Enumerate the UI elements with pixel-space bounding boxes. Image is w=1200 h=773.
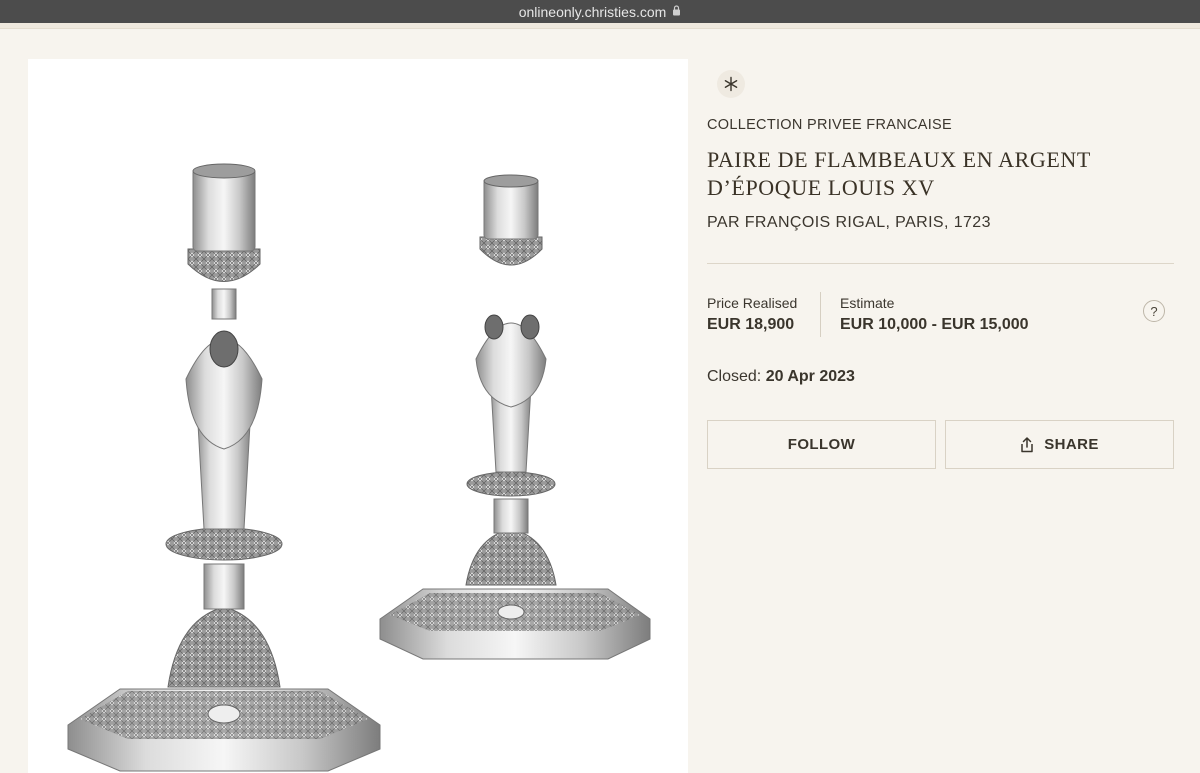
share-button-label: SHARE	[1044, 436, 1099, 453]
right-candlestick	[379, 174, 651, 660]
browser-url-bar[interactable]: onlineonly.christies.com	[0, 0, 1200, 23]
pricing-separator	[820, 292, 821, 337]
closed-label: Closed:	[707, 368, 762, 385]
estimate-label: Estimate	[840, 295, 895, 311]
section-divider	[707, 263, 1174, 264]
lock-icon	[672, 4, 681, 19]
url-text: onlineonly.christies.com	[518, 3, 667, 20]
closed-date: 20 Apr 2023	[765, 368, 855, 385]
lot-title: PAIRE DE FLAMBEAUX EN ARGENT D’ÉPOQUE LO…	[707, 146, 1174, 202]
follow-button-label: FOLLOW	[787, 436, 856, 453]
lot-image[interactable]	[28, 59, 688, 773]
price-realised-label: Price Realised	[707, 295, 798, 311]
share-icon	[1020, 436, 1034, 453]
lot-title-line-1: PAIRE DE FLAMBEAUX EN ARGENT	[707, 147, 1091, 172]
price-realised-value: EUR 18,900	[707, 316, 795, 333]
estimate-value: EUR 10,000 - EUR 15,000	[840, 316, 1029, 333]
collection-name: COLLECTION PRIVEE FRANCAISE	[707, 117, 952, 133]
share-button[interactable]: SHARE	[945, 420, 1174, 469]
left-candlestick	[67, 163, 381, 772]
closed-status: Closed: 20 Apr 2023	[707, 368, 855, 386]
candlesticks-illustration	[67, 163, 651, 772]
asterisk-icon	[717, 70, 745, 98]
browser-divider	[0, 23, 1200, 29]
help-icon[interactable]: ?	[1143, 300, 1165, 322]
lot-title-line-2: D’ÉPOQUE LOUIS XV	[707, 175, 935, 200]
follow-button[interactable]: FOLLOW	[707, 420, 936, 469]
lot-subtitle: PAR FRANÇOIS RIGAL, PARIS, 1723	[707, 214, 991, 231]
